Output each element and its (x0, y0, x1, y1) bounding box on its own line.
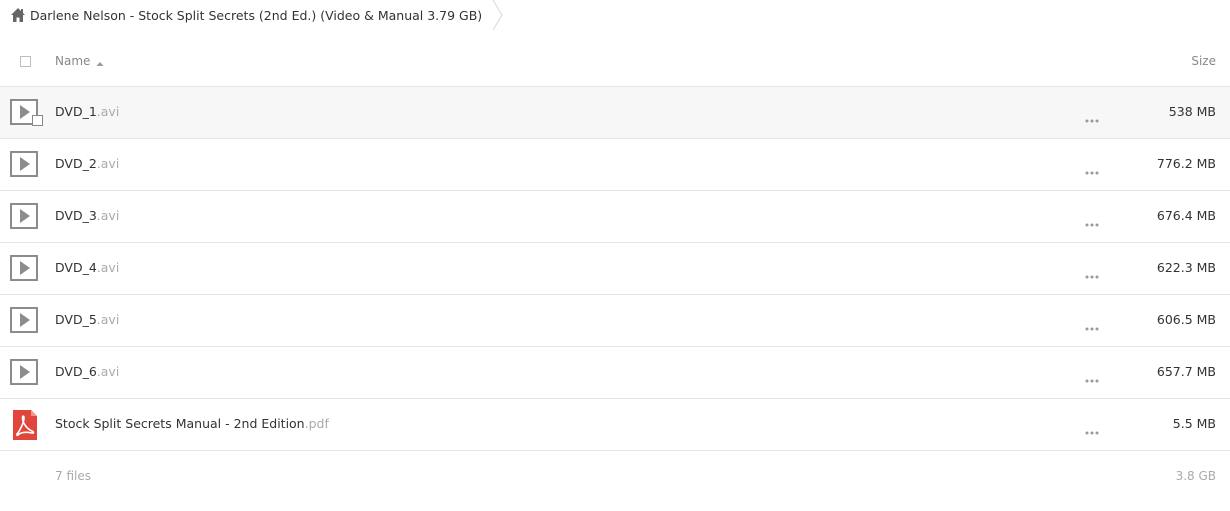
video-play-icon[interactable] (10, 203, 38, 229)
size-column-header[interactable]: Size (1191, 54, 1216, 68)
more-options-icon[interactable] (1084, 109, 1100, 123)
file-base-name: DVD_1 (55, 104, 97, 119)
total-size: 3.8 GB (1175, 469, 1216, 483)
file-row[interactable]: DVD_1.avi 538 MB (0, 87, 1230, 139)
video-play-icon[interactable] (10, 151, 38, 177)
home-icon[interactable] (10, 7, 26, 23)
file-extension: .avi (96, 364, 120, 379)
file-list: DVD_1.avi 538 MB DVD_2.avi 776.2 MB DVD_3.av… (0, 87, 1230, 451)
file-extension: .avi (96, 312, 120, 327)
file-size: 676.4 MB (1156, 208, 1216, 223)
breadcrumb: Darlene Nelson - Stock Split Secrets (2n… (10, 0, 504, 31)
file-base-name: DVD_5 (55, 312, 97, 327)
file-name[interactable]: DVD_2.avi (55, 156, 119, 171)
name-column-header[interactable]: Name (55, 54, 104, 68)
more-options-icon[interactable] (1084, 369, 1100, 383)
sort-ascending-icon (96, 57, 104, 66)
file-row[interactable]: DVD_6.avi 657.7 MB (0, 347, 1230, 399)
file-size: 622.3 MB (1156, 260, 1216, 275)
file-extension: .avi (96, 260, 120, 275)
file-row[interactable]: DVD_2.avi 776.2 MB (0, 139, 1230, 191)
file-base-name: Stock Split Secrets Manual - 2nd Edition (55, 416, 305, 431)
row-select-checkbox[interactable] (32, 115, 43, 126)
name-column-label: Name (55, 54, 91, 68)
more-options-icon[interactable] (1084, 317, 1100, 331)
file-name[interactable]: DVD_4.avi (55, 260, 119, 275)
file-size: 776.2 MB (1156, 156, 1216, 171)
breadcrumb-folder-title[interactable]: Darlene Nelson - Stock Split Secrets (2n… (30, 8, 482, 23)
more-options-icon[interactable] (1084, 161, 1100, 175)
more-options-icon[interactable] (1084, 421, 1100, 435)
more-options-icon[interactable] (1084, 213, 1100, 227)
file-row[interactable]: DVD_3.avi 676.4 MB (0, 191, 1230, 243)
file-name[interactable]: DVD_5.avi (55, 312, 119, 327)
file-size: 5.5 MB (1172, 416, 1216, 431)
file-list-header: Name Size (0, 37, 1230, 87)
video-play-icon[interactable] (10, 359, 38, 385)
file-base-name: DVD_2 (55, 156, 97, 171)
video-play-icon[interactable] (10, 255, 38, 281)
file-count: 7 files (55, 469, 91, 483)
file-row[interactable]: Stock Split Secrets Manual - 2nd Edition… (0, 399, 1230, 451)
file-list-footer: 7 files 3.8 GB (0, 459, 1230, 495)
pdf-icon[interactable] (11, 410, 39, 440)
more-options-icon[interactable] (1084, 265, 1100, 279)
file-extension: .avi (96, 104, 120, 119)
file-extension: .pdf (304, 416, 329, 431)
breadcrumb-separator-icon (492, 0, 504, 31)
file-row[interactable]: DVD_4.avi 622.3 MB (0, 243, 1230, 295)
file-extension: .avi (96, 156, 120, 171)
file-base-name: DVD_3 (55, 208, 97, 223)
file-base-name: DVD_4 (55, 260, 97, 275)
file-size: 657.7 MB (1156, 364, 1216, 379)
file-size: 606.5 MB (1156, 312, 1216, 327)
file-name[interactable]: DVD_6.avi (55, 364, 119, 379)
video-play-icon[interactable] (10, 307, 38, 333)
file-extension: .avi (96, 208, 120, 223)
file-size: 538 MB (1168, 104, 1216, 119)
file-name[interactable]: DVD_3.avi (55, 208, 119, 223)
file-row[interactable]: DVD_5.avi 606.5 MB (0, 295, 1230, 347)
file-base-name: DVD_6 (55, 364, 97, 379)
file-name[interactable]: DVD_1.avi (55, 104, 119, 119)
select-all-checkbox[interactable] (20, 56, 31, 67)
file-name[interactable]: Stock Split Secrets Manual - 2nd Edition… (55, 416, 329, 431)
